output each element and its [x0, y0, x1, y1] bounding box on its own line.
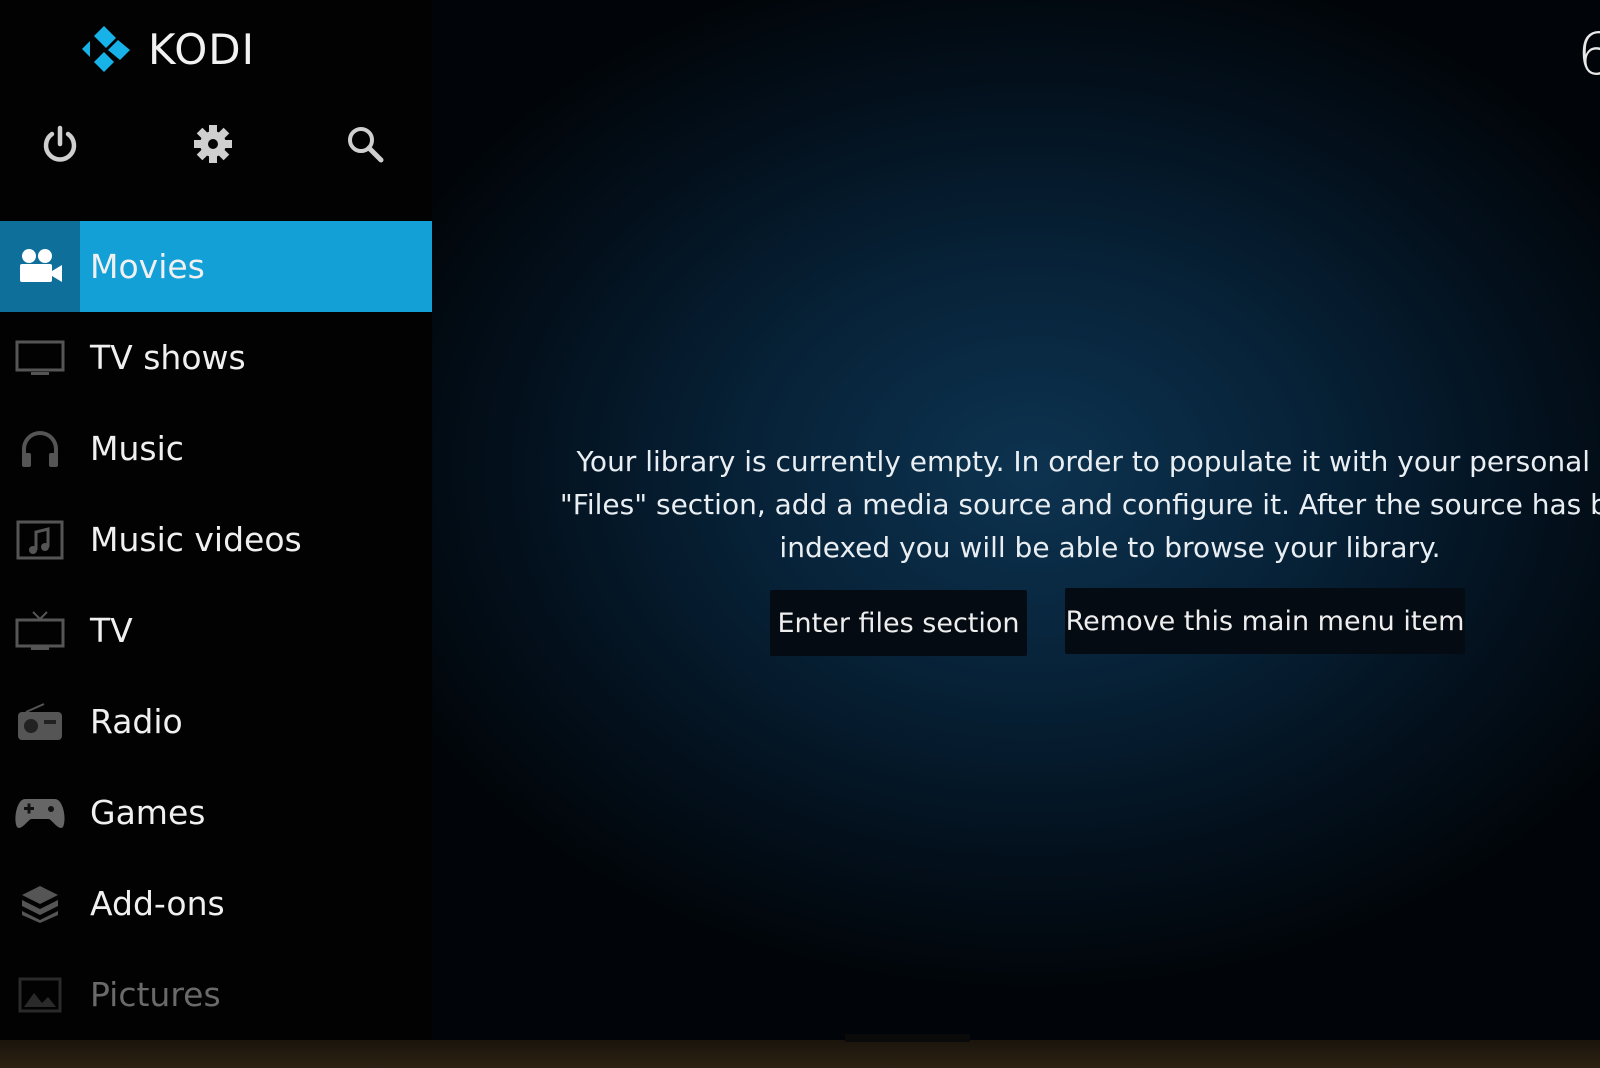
sidebar-item-pictures[interactable]: Pictures	[0, 949, 432, 1040]
sidebar-item-tv[interactable]: TV	[0, 585, 432, 676]
tv-bezel-bottom	[0, 1040, 1600, 1068]
addons-box-icon	[22, 885, 58, 923]
gamepad-icon	[15, 798, 65, 828]
clock: 6	[1577, 20, 1600, 88]
headphones-icon	[22, 430, 58, 467]
kodi-logo: KODI	[80, 24, 255, 74]
sidebar-item-label: Radio	[90, 702, 183, 741]
radio-icon	[18, 702, 62, 740]
sidebar-item-games[interactable]: Games	[0, 767, 432, 858]
sidebar-item-label: Pictures	[90, 975, 221, 1014]
sidebar-item-music[interactable]: Music	[0, 403, 432, 494]
sidebar-item-label: TV shows	[90, 338, 246, 377]
message-line: Your library is currently empty. In orde…	[576, 445, 1600, 478]
monitor-icon	[15, 340, 65, 375]
main-content: 6 Your library is currently empty. In or…	[432, 0, 1600, 1040]
remove-menu-item-button[interactable]: Remove this main menu item	[1065, 588, 1465, 654]
enter-files-section-button[interactable]: Enter files section	[770, 590, 1027, 656]
sidebar-item-label: Movies	[90, 247, 205, 286]
tv-stand	[845, 1034, 970, 1042]
sidebar-item-label: Music	[90, 429, 184, 468]
sidebar-item-label: TV	[90, 611, 133, 650]
sidebar-item-movies[interactable]: Movies	[0, 221, 432, 312]
sidebar-item-label: Games	[90, 793, 206, 832]
app-name: KODI	[148, 24, 256, 74]
sidebar: KODI Movies TV shows Music Music videos …	[0, 0, 432, 1040]
pictures-icon	[18, 977, 62, 1012]
message-line: "Files" section, add a media source and …	[559, 488, 1600, 521]
kodi-logo-icon	[82, 26, 130, 72]
main-menu: Movies TV shows Music Music videos TV Ra…	[0, 221, 432, 1040]
sidebar-item-label: Music videos	[90, 520, 302, 559]
sidebar-item-music-videos[interactable]: Music videos	[0, 494, 432, 585]
sidebar-item-tv-shows[interactable]: TV shows	[0, 312, 432, 403]
music-video-icon	[16, 520, 64, 559]
search-icon[interactable]	[343, 122, 387, 166]
empty-library-message: Your library is currently empty. In orde…	[432, 440, 1600, 569]
message-line: indexed you will be able to browse your …	[779, 531, 1441, 564]
sidebar-item-add-ons[interactable]: Add-ons	[0, 858, 432, 949]
sidebar-item-radio[interactable]: Radio	[0, 676, 432, 767]
tv-icon	[15, 610, 65, 650]
settings-gear-icon[interactable]	[191, 122, 235, 166]
sidebar-item-label: Add-ons	[90, 884, 225, 923]
power-icon[interactable]	[38, 122, 82, 166]
movie-camera-icon	[20, 248, 62, 282]
